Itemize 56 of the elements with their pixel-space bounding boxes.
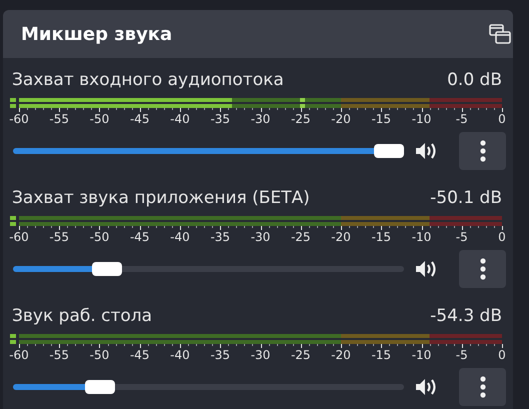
- scale-label: -25: [290, 230, 311, 244]
- scale-label: -35: [210, 230, 230, 244]
- scale-label: -5: [456, 230, 468, 244]
- volume-reading: -54.3 dB: [430, 306, 502, 326]
- scale-label: -15: [371, 230, 392, 244]
- scale-label: -30: [250, 348, 270, 362]
- source-name: Звук раб. стола: [12, 306, 152, 326]
- more-icon: [478, 140, 487, 162]
- scale-label: 0: [498, 348, 506, 362]
- scale-label: -55: [49, 348, 70, 362]
- scale-label: -55: [49, 230, 70, 244]
- scale-label: -10: [412, 112, 432, 126]
- scale-label: -40: [170, 112, 190, 126]
- source-name: Захват звука приложения (БЕТА): [12, 188, 310, 208]
- scale-label: -60: [9, 112, 29, 126]
- scale-label: -45: [130, 348, 150, 362]
- scale-label: -25: [290, 348, 311, 362]
- scale-label: 0: [498, 112, 506, 126]
- scale-label: -30: [250, 230, 270, 244]
- more-button[interactable]: [459, 250, 506, 288]
- scale-label: -20: [331, 230, 351, 244]
- more-icon: [478, 376, 487, 398]
- scale-label: -35: [210, 112, 230, 126]
- scale-label: -50: [90, 230, 110, 244]
- scale-label: -40: [170, 230, 190, 244]
- speaker-icon[interactable]: [414, 141, 438, 161]
- speaker-icon[interactable]: [414, 377, 438, 397]
- scale-label: -5: [456, 348, 468, 362]
- more-button[interactable]: [459, 132, 506, 170]
- scale-label: -25: [290, 112, 311, 126]
- volume-reading: 0.0 dB: [447, 70, 502, 90]
- scale-label: 0: [498, 230, 506, 244]
- speaker-icon[interactable]: [414, 259, 438, 279]
- undock-icon[interactable]: [489, 24, 511, 44]
- scale-label: -5: [456, 112, 468, 126]
- scale-label: -35: [210, 348, 230, 362]
- scale-label: -50: [90, 112, 110, 126]
- scale-label: -15: [371, 348, 392, 362]
- volume-reading: -50.1 dB: [430, 188, 502, 208]
- scale-label: -10: [412, 348, 432, 362]
- scale-label: -60: [9, 230, 29, 244]
- scale-label: -15: [371, 112, 392, 126]
- more-icon: [478, 258, 487, 280]
- panel-title: Микшер звука: [21, 24, 172, 44]
- scale-label: -20: [331, 348, 351, 362]
- scale-label: -20: [331, 112, 351, 126]
- scale-label: -55: [49, 112, 70, 126]
- source-name: Захват входного аудиопотока: [12, 70, 284, 90]
- scale-label: -50: [90, 348, 110, 362]
- scale-label: -45: [130, 230, 150, 244]
- more-button[interactable]: [459, 368, 506, 406]
- scale-label: -60: [9, 348, 29, 362]
- scale-label: -45: [130, 112, 150, 126]
- scale-label: -10: [412, 230, 432, 244]
- scale-label: -40: [170, 348, 190, 362]
- scale-label: -30: [250, 112, 270, 126]
